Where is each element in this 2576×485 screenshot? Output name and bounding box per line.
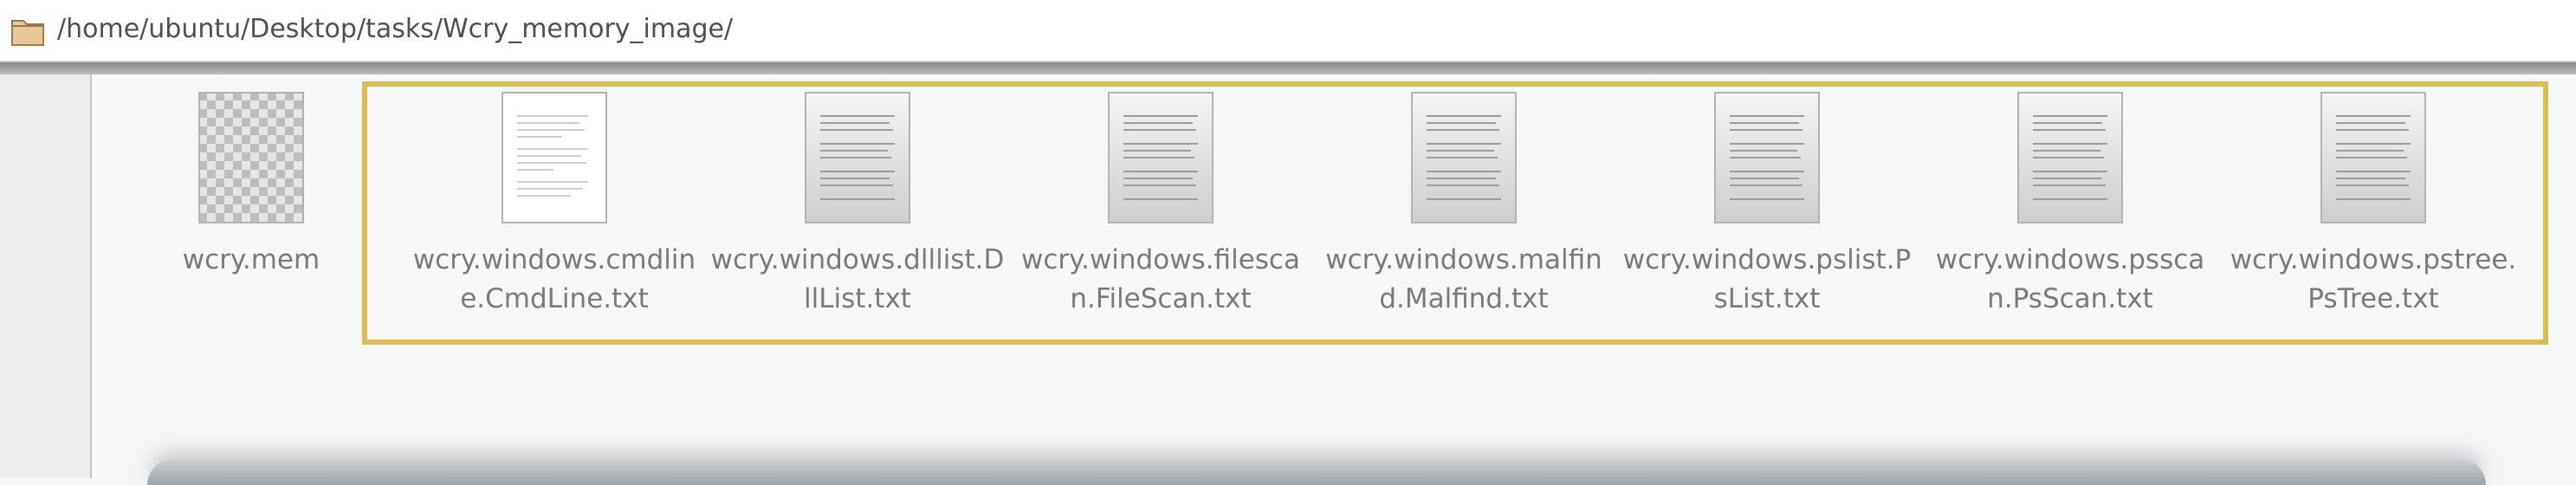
file-name: wcry.mem [182, 244, 320, 275]
binary-file-icon [198, 92, 304, 223]
toolbar-divider [0, 62, 2576, 74]
file-item-wcry-mem[interactable]: wcry.mem [104, 92, 398, 280]
folder-icon [11, 20, 44, 46]
selection-highlight [362, 81, 2548, 345]
side-pane[interactable] [0, 74, 92, 478]
location-path[interactable]: /home/ubuntu/Desktop/tasks/Wcry_memory_i… [57, 12, 733, 47]
overlay-panel-edge [147, 459, 2486, 485]
location-bar[interactable]: /home/ubuntu/Desktop/tasks/Wcry_memory_i… [0, 0, 2576, 62]
